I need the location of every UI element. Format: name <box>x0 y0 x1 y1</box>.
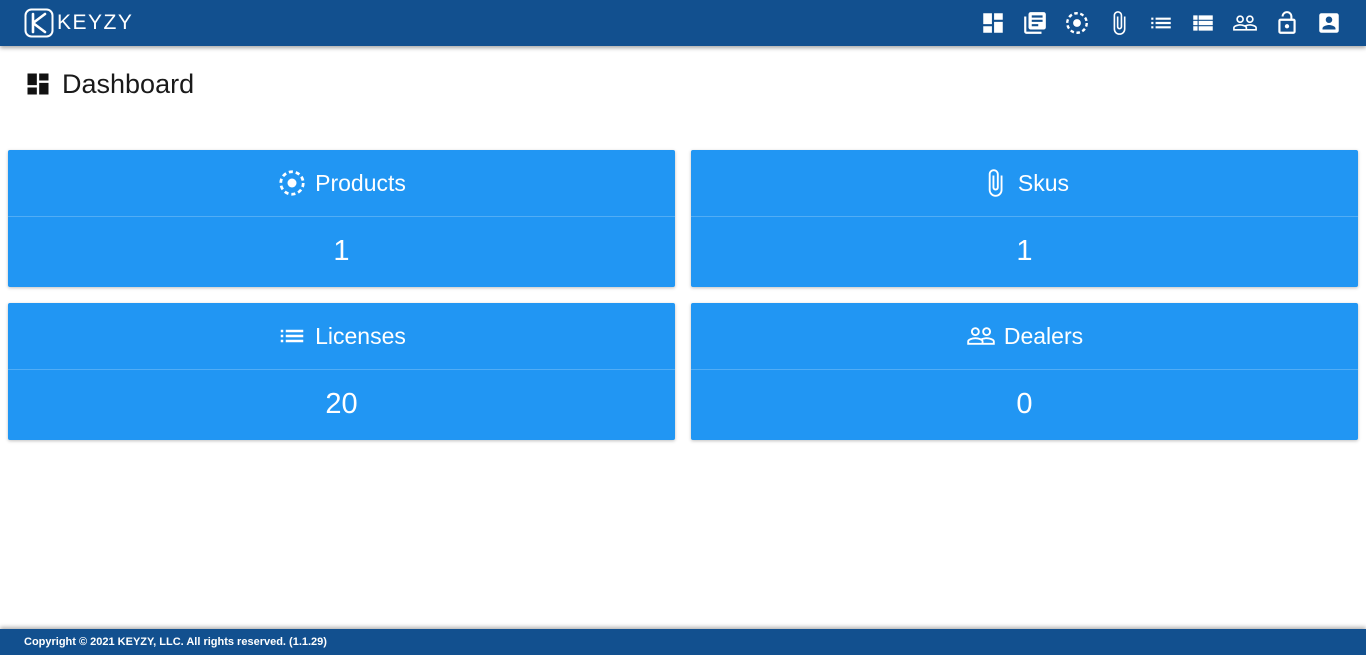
card-header: Dealers <box>691 303 1358 370</box>
nav-products-button[interactable] <box>1060 6 1094 40</box>
card-header: Licenses <box>8 303 675 370</box>
products-card[interactable]: Products 1 <box>8 150 675 287</box>
nav-lock-button[interactable] <box>1270 6 1304 40</box>
card-count: 0 <box>1016 388 1033 420</box>
card-count: 1 <box>333 235 350 267</box>
products-icon <box>279 170 305 196</box>
nav-skus-button[interactable] <box>1102 6 1136 40</box>
people-icon <box>967 327 995 345</box>
card-count: 20 <box>325 388 358 420</box>
dealers-card[interactable]: Dealers 0 <box>691 303 1358 440</box>
card-header: Products <box>8 150 675 217</box>
page-title: Dashboard <box>24 68 194 100</box>
card-label: Skus <box>1017 169 1070 196</box>
products-icon <box>1066 12 1088 34</box>
top-app-bar: KEYZY <box>0 0 1366 46</box>
people-icon <box>1233 15 1257 31</box>
list-icon <box>1151 17 1171 29</box>
card-count: 1 <box>1016 235 1033 267</box>
copyright-text: Copyright © 2021 KEYZY, LLC. All rights … <box>24 636 327 648</box>
nav-dashboard-button[interactable] <box>976 6 1010 40</box>
footer: Copyright © 2021 KEYZY, LLC. All rights … <box>0 629 1366 655</box>
nav-view-list-button[interactable] <box>1186 6 1220 40</box>
nav-account-button[interactable] <box>1312 6 1346 40</box>
page-title-text: Dashboard <box>62 68 195 99</box>
card-label: Dealers <box>1003 322 1084 349</box>
dashboard-icon <box>983 13 1003 33</box>
keyzy-logo-icon <box>24 8 54 38</box>
card-header: Skus <box>691 150 1358 217</box>
dashboard-icon <box>27 73 49 95</box>
licenses-card[interactable]: Licenses 20 <box>8 303 675 440</box>
nav-dealers-button[interactable] <box>1228 6 1262 40</box>
nav-library-button[interactable] <box>1018 6 1052 40</box>
skus-card[interactable]: Skus 1 <box>691 150 1358 287</box>
card-label: Licenses <box>315 322 406 349</box>
library-books-icon <box>1024 12 1046 34</box>
card-label: Products <box>315 169 406 196</box>
list-icon <box>280 329 304 343</box>
brand-name: KEYZY <box>57 11 134 34</box>
lock-open-icon <box>1278 11 1296 34</box>
attachment-icon <box>988 169 1003 197</box>
account-box-icon <box>1319 13 1339 33</box>
view-list-icon <box>1193 15 1213 31</box>
nav-licenses-button[interactable] <box>1144 6 1178 40</box>
attachment-icon <box>1113 11 1126 35</box>
top-nav <box>968 0 1346 46</box>
keyzy-logo[interactable]: KEYZY <box>24 8 133 38</box>
